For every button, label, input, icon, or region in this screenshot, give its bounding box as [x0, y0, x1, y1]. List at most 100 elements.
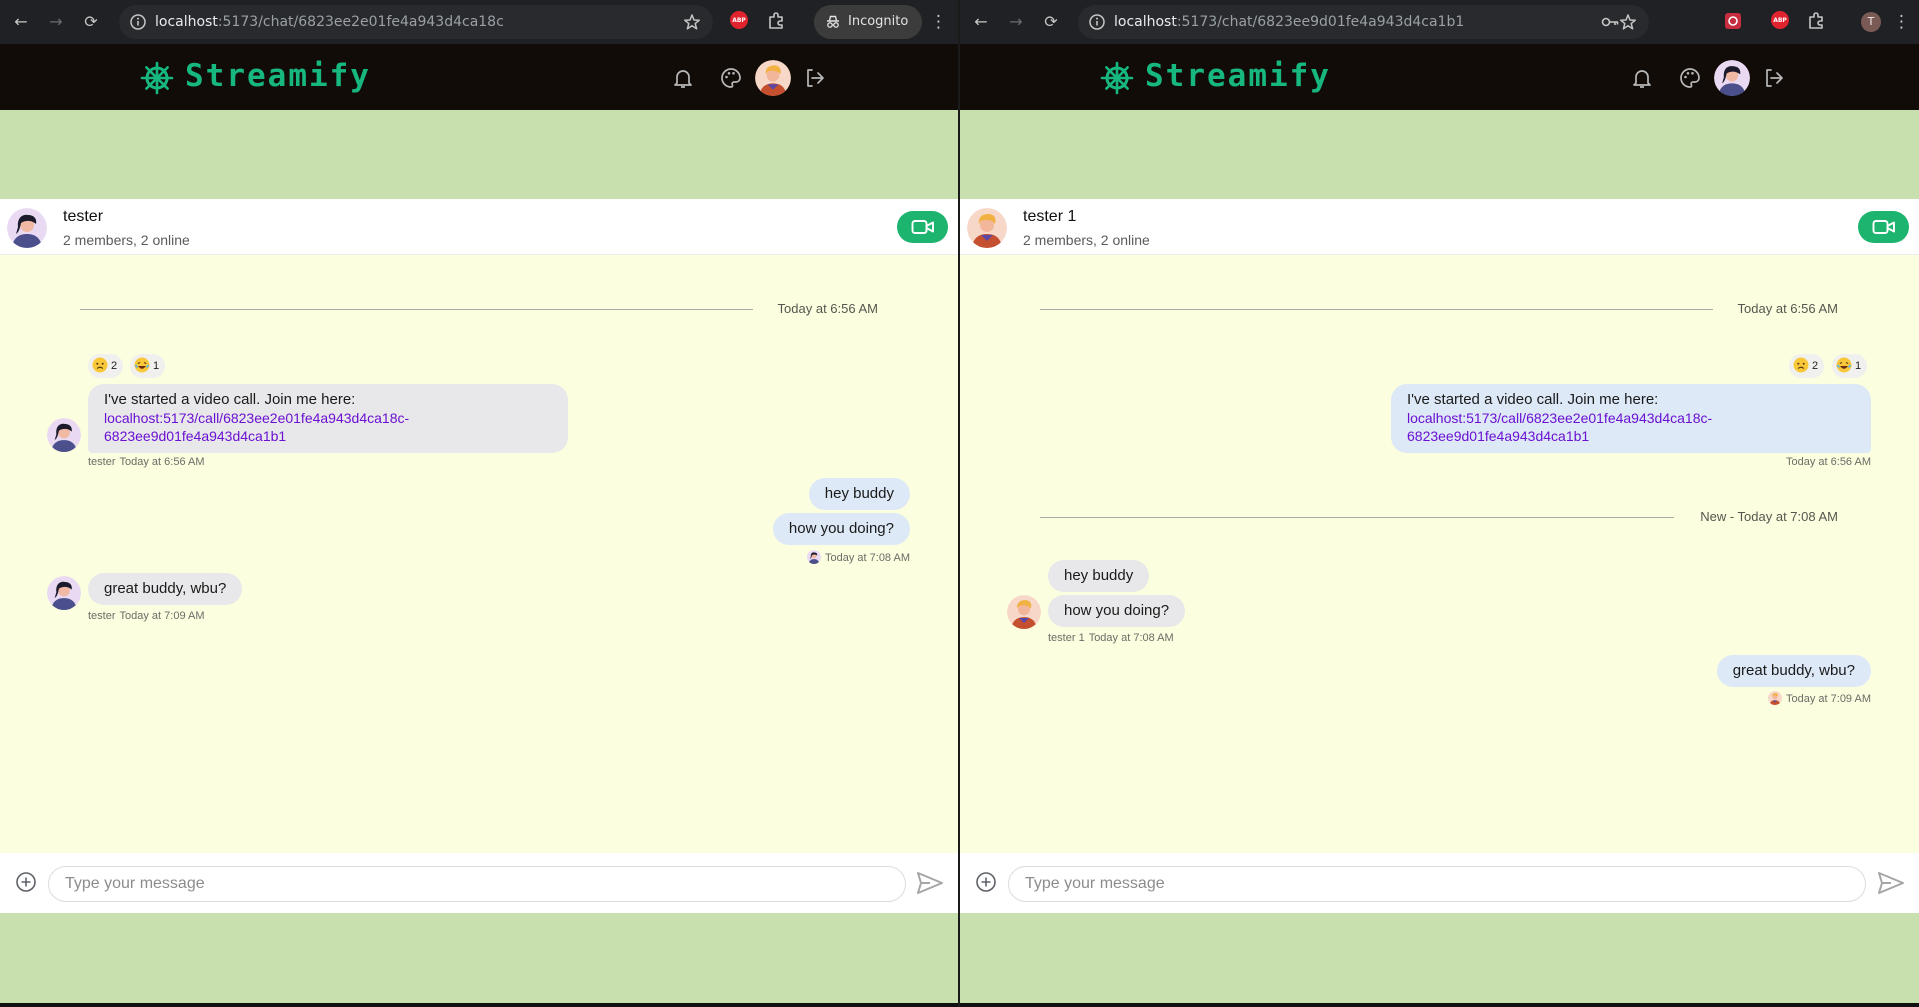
- reaction-laughing[interactable]: 1: [130, 354, 166, 378]
- call-link[interactable]: localhost:5173/call/6823ee2e01fe4a943d4c…: [104, 409, 552, 445]
- outgoing-message: great buddy, wbu?: [1716, 655, 1871, 687]
- reaction-worried[interactable]: 2: [1789, 354, 1825, 378]
- read-receipt-avatar: [807, 550, 821, 564]
- send-icon[interactable]: [916, 870, 944, 896]
- new-messages-separator: New - Today at 7:08 AM: [1040, 507, 1838, 527]
- back-icon[interactable]: ←: [10, 11, 32, 33]
- browser-menu-icon[interactable]: ⋮: [930, 11, 947, 33]
- message-meta: Today at 7:08 AM: [807, 550, 910, 564]
- date-separator: Today at 6:56 AM: [80, 299, 878, 319]
- attach-plus-icon[interactable]: [14, 870, 38, 894]
- channel-member-count: 2 members, 2 online: [63, 232, 190, 248]
- channel-member-count: 2 members, 2 online: [1023, 232, 1150, 248]
- message-text: I've started a video call. Join me here:: [1407, 391, 1659, 408]
- date-separator-text: Today at 6:56 AM: [1737, 301, 1838, 316]
- read-receipt-avatar: [1768, 691, 1782, 705]
- new-separator-text: New - Today at 7:08 AM: [1700, 509, 1838, 524]
- laughing-face-icon: [1836, 357, 1852, 373]
- address-bar[interactable]: localhost:5173/chat/6823ee9d01fe4a943d4c…: [1078, 5, 1649, 39]
- channel-avatar: [7, 208, 47, 248]
- brand-name[interactable]: Streamify: [1145, 58, 1331, 94]
- adblock-extension-icon[interactable]: ABP: [730, 11, 748, 29]
- message-meta: tester Today at 7:09 AM: [88, 610, 205, 622]
- bell-icon[interactable]: [671, 66, 695, 90]
- date-separator-text: Today at 6:56 AM: [777, 301, 878, 316]
- incognito-icon: [825, 14, 841, 30]
- url-text: localhost:5173/chat/6823ee2e01fe4a943d4c…: [155, 14, 504, 30]
- worried-face-icon: [1793, 357, 1809, 373]
- reload-icon[interactable]: ⟳: [80, 11, 102, 33]
- video-call-button[interactable]: [1858, 211, 1909, 243]
- video-camera-icon: [1872, 218, 1896, 236]
- site-info-icon[interactable]: [129, 13, 147, 31]
- adblock-extension-icon[interactable]: ABP: [1771, 11, 1789, 29]
- video-call-message: I've started a video call. Join me here:…: [88, 384, 568, 453]
- message-meta: tester Today at 6:56 AM: [88, 456, 205, 468]
- call-link[interactable]: localhost:5173/call/6823ee2e01fe4a943d4c…: [1407, 409, 1855, 445]
- extensions-puzzle-icon[interactable]: [766, 11, 786, 31]
- password-key-icon[interactable]: [1600, 12, 1620, 32]
- video-call-message: I've started a video call. Join me here:…: [1391, 384, 1871, 453]
- attach-plus-icon[interactable]: [974, 870, 998, 894]
- send-icon[interactable]: [1877, 870, 1905, 896]
- message-composer: [0, 853, 958, 913]
- message-meta: Today at 7:09 AM: [1768, 691, 1871, 705]
- forward-icon[interactable]: →: [45, 11, 67, 33]
- left-browser-window: ← → ⟳ localhost:5173/chat/6823ee2e01fe4a…: [0, 0, 958, 1007]
- channel-header: tester 2 members, 2 online: [0, 199, 958, 255]
- palette-icon[interactable]: [1678, 66, 1702, 90]
- address-bar[interactable]: localhost:5173/chat/6823ee2e01fe4a943d4c…: [119, 5, 713, 39]
- message-avatar[interactable]: [47, 418, 81, 452]
- browser-menu-icon[interactable]: ⋮: [1893, 11, 1910, 33]
- right-browser-window: ← → ⟳ localhost:5173/chat/6823ee9d01fe4a…: [960, 0, 1919, 1007]
- app-navbar: Streamify: [0, 44, 958, 110]
- bookmark-star-icon[interactable]: [1619, 13, 1637, 31]
- back-icon[interactable]: ←: [970, 11, 992, 33]
- logout-icon[interactable]: [1762, 66, 1786, 90]
- browser-toolbar: ← → ⟳ localhost:5173/chat/6823ee2e01fe4a…: [0, 0, 958, 44]
- browser-toolbar: ← → ⟳ localhost:5173/chat/6823ee9d01fe4a…: [960, 0, 1919, 44]
- channel-avatar: [967, 208, 1007, 248]
- message-meta: Today at 6:56 AM: [1786, 456, 1871, 468]
- app-navbar: Streamify: [960, 44, 1919, 110]
- reaction-worried[interactable]: 2: [88, 354, 124, 378]
- incoming-message: great buddy, wbu?: [88, 573, 243, 605]
- outgoing-message: hey buddy: [808, 478, 910, 510]
- channel-name: tester: [63, 208, 104, 225]
- outgoing-message: how you doing?: [772, 513, 910, 545]
- bell-icon[interactable]: [1630, 66, 1654, 90]
- incoming-message: hey buddy: [1048, 560, 1150, 592]
- incoming-message: how you doing?: [1048, 595, 1186, 627]
- message-avatar[interactable]: [47, 576, 81, 610]
- user-avatar[interactable]: [755, 60, 791, 96]
- message-composer: [960, 853, 1919, 913]
- laughing-face-icon: [134, 357, 150, 373]
- incognito-badge[interactable]: Incognito: [814, 5, 923, 39]
- palette-icon[interactable]: [719, 66, 743, 90]
- url-text: localhost:5173/chat/6823ee9d01fe4a943d4c…: [1114, 14, 1465, 30]
- message-input[interactable]: [48, 866, 906, 902]
- message-input[interactable]: [1008, 866, 1866, 902]
- extensions-puzzle-icon[interactable]: [1806, 11, 1826, 31]
- user-avatar[interactable]: [1714, 60, 1750, 96]
- photo-extension-icon[interactable]: [1723, 11, 1743, 31]
- ship-wheel-logo-icon: [1100, 61, 1134, 95]
- chat-panel: tester 1 2 members, 2 online Today at 6:…: [960, 199, 1919, 913]
- bookmark-star-icon[interactable]: [683, 13, 701, 31]
- chat-panel: tester 2 members, 2 online Today at 6:56…: [0, 199, 958, 913]
- channel-name: tester 1: [1023, 208, 1077, 225]
- channel-header: tester 1 2 members, 2 online: [960, 199, 1919, 255]
- video-call-button[interactable]: [897, 211, 948, 243]
- message-text: I've started a video call. Join me here:: [104, 391, 356, 408]
- message-avatar[interactable]: [1007, 595, 1041, 629]
- reload-icon[interactable]: ⟳: [1040, 11, 1062, 33]
- logout-icon[interactable]: [803, 66, 827, 90]
- site-info-icon[interactable]: [1088, 13, 1106, 31]
- profile-avatar[interactable]: T: [1861, 12, 1881, 32]
- worried-face-icon: [92, 357, 108, 373]
- message-meta: tester 1 Today at 7:08 AM: [1048, 632, 1174, 644]
- reaction-laughing[interactable]: 1: [1832, 354, 1868, 378]
- brand-name[interactable]: Streamify: [185, 58, 371, 94]
- video-camera-icon: [911, 218, 935, 236]
- forward-icon[interactable]: →: [1005, 11, 1027, 33]
